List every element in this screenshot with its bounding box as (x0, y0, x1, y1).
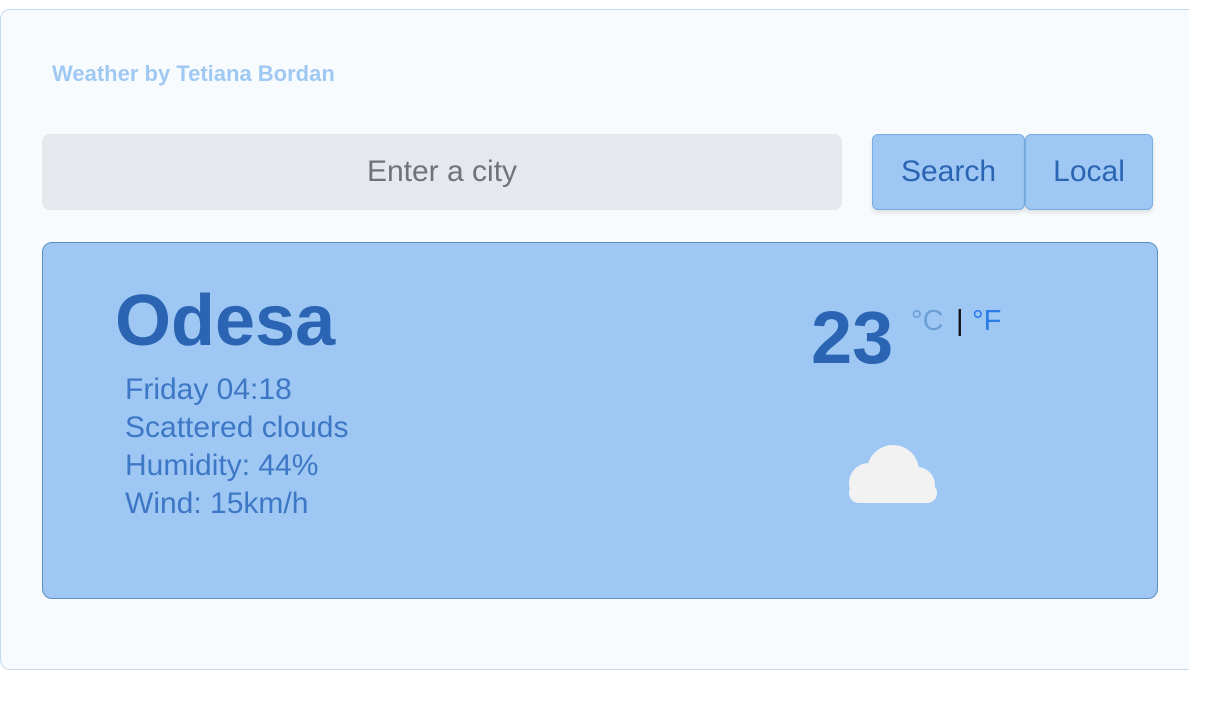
unit-separator: | (956, 305, 964, 337)
celsius-link[interactable]: °C (911, 305, 944, 338)
temperature-value: 23 (811, 296, 894, 379)
app-title: Weather by Tetiana Bordan (52, 61, 335, 86)
city-name: Odesa (115, 281, 336, 361)
cloud-icon (849, 445, 937, 503)
humidity: Humidity: 44% (125, 449, 319, 482)
fahrenheit-link[interactable]: °F (972, 305, 1001, 338)
weather-description: Scattered clouds (125, 411, 349, 444)
app-container: Weather by Tetiana Bordan Search Local O… (0, 9, 1189, 670)
datetime: Friday 04:18 (125, 373, 292, 406)
city-search-input[interactable] (42, 134, 842, 210)
local-button[interactable]: Local (1025, 134, 1153, 210)
wind: Wind: 15km/h (125, 487, 309, 520)
weather-details: Friday 04:18 Scattered clouds Humidity: … (125, 371, 348, 523)
search-button[interactable]: Search (872, 134, 1025, 210)
weather-card: Odesa Friday 04:18 Scattered clouds Humi… (42, 242, 1158, 599)
